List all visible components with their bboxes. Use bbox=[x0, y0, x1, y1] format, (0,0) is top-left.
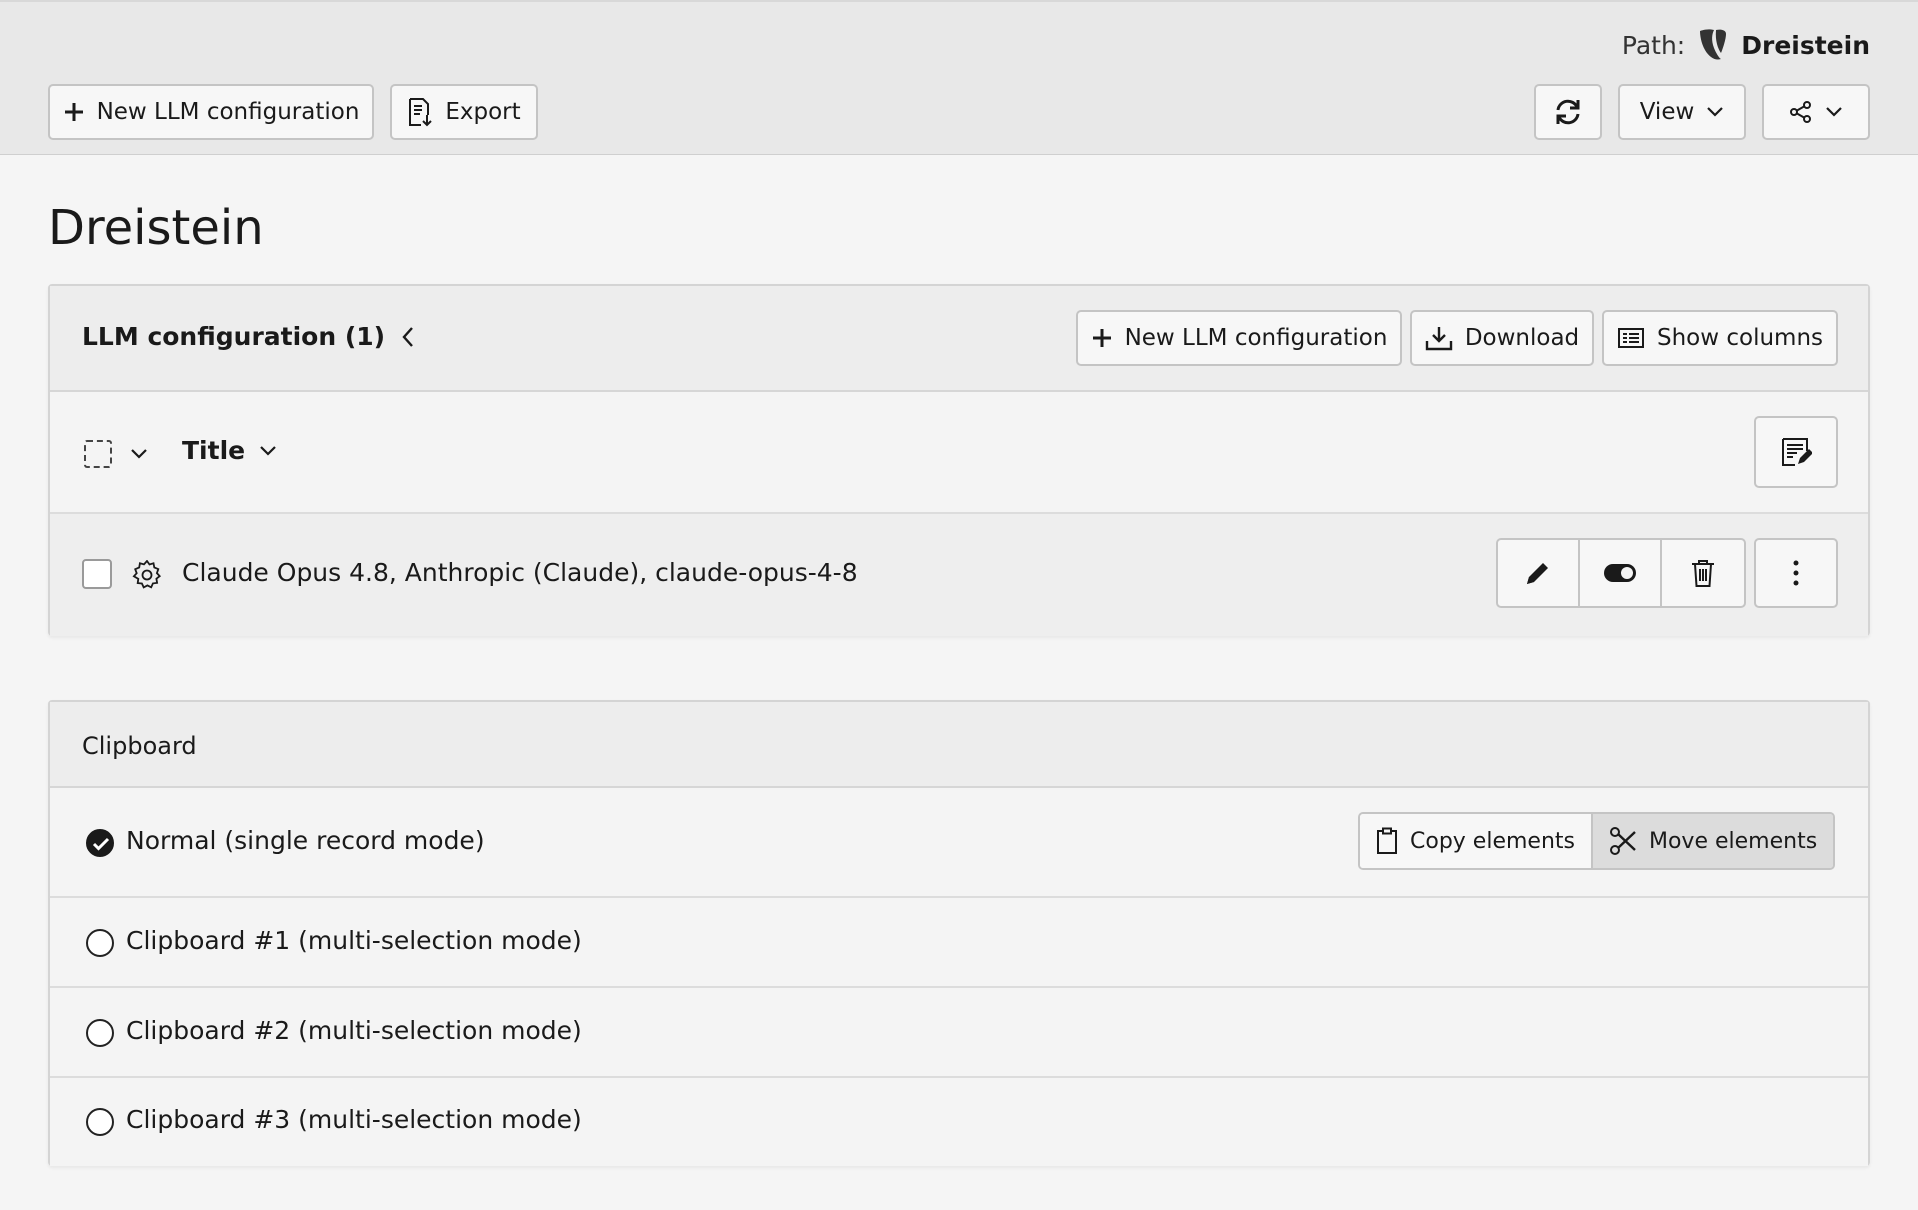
trash-icon bbox=[1692, 560, 1714, 587]
share-icon bbox=[1790, 101, 1811, 123]
radio-clipboard-1[interactable] bbox=[86, 929, 114, 957]
move-elements-button[interactable]: Move elements bbox=[1590, 814, 1834, 868]
clipboard-mode-1[interactable]: Clipboard #1 (multi-selection mode) bbox=[50, 898, 1868, 988]
breadcrumb: Path: Dreistein bbox=[1622, 28, 1870, 62]
view-button[interactable]: View bbox=[1618, 84, 1746, 140]
clipboard-mode-label: Clipboard #2 (multi-selection mode) bbox=[126, 1016, 582, 1045]
gear-icon bbox=[132, 560, 162, 589]
chevron-down-icon bbox=[1826, 107, 1842, 117]
delete-button[interactable] bbox=[1662, 540, 1744, 606]
scissors-icon bbox=[1609, 827, 1636, 855]
clipboard-panel: Clipboard Normal (single record mode) Co… bbox=[48, 700, 1870, 1166]
check-icon bbox=[92, 837, 110, 851]
download-button[interactable]: Download bbox=[1410, 310, 1594, 366]
clipboard-title: Clipboard bbox=[82, 732, 197, 760]
title-column-sort[interactable]: Title bbox=[182, 436, 277, 465]
docheader: Path: Dreistein New LLM configuration Ex… bbox=[0, 0, 1918, 155]
clipboard-mode-2[interactable]: Clipboard #2 (multi-selection mode) bbox=[50, 988, 1868, 1078]
select-all-checkbox[interactable] bbox=[84, 440, 112, 468]
llm-configuration-panel: LLM configuration (1) New LLM configurat… bbox=[48, 284, 1870, 636]
multi-edit-button[interactable] bbox=[1754, 416, 1838, 488]
llm-panel-header: LLM configuration (1) New LLM configurat… bbox=[50, 286, 1868, 392]
copy-elements-label: Copy elements bbox=[1410, 828, 1575, 854]
path-page-link[interactable]: Dreistein bbox=[1741, 31, 1870, 60]
move-elements-label: Move elements bbox=[1648, 828, 1818, 854]
clipboard-mode-normal[interactable]: Normal (single record mode) Copy element… bbox=[50, 788, 1868, 898]
chevron-down-icon bbox=[260, 445, 276, 456]
toggle-icon bbox=[1604, 564, 1636, 582]
title-column-label: Title bbox=[182, 436, 246, 465]
pencil-icon bbox=[1527, 563, 1548, 584]
clipboard-mode-label: Clipboard #1 (multi-selection mode) bbox=[126, 926, 582, 955]
show-columns-label: Show columns bbox=[1656, 325, 1824, 351]
panel-new-llm-configuration-button[interactable]: New LLM configuration bbox=[1076, 310, 1402, 366]
clipboard-header: Clipboard bbox=[50, 702, 1868, 788]
multi-edit-icon bbox=[1782, 438, 1812, 466]
refresh-button[interactable] bbox=[1534, 84, 1602, 140]
download-label: Download bbox=[1464, 325, 1580, 351]
clipboard-mode-3[interactable]: Clipboard #3 (multi-selection mode) bbox=[50, 1078, 1868, 1166]
page-title: Dreistein bbox=[48, 200, 264, 256]
llm-panel-title-text: LLM configuration (1) bbox=[82, 322, 386, 351]
chevron-down-icon[interactable] bbox=[130, 448, 148, 460]
more-actions-button[interactable] bbox=[1754, 538, 1838, 608]
new-llm-configuration-button[interactable]: New LLM configuration bbox=[48, 84, 374, 140]
refresh-icon bbox=[1556, 99, 1580, 125]
record-title-link[interactable]: Claude Opus 4.8, Anthropic (Claude), cla… bbox=[182, 558, 858, 587]
download-icon bbox=[1425, 327, 1453, 351]
radio-clipboard-3[interactable] bbox=[86, 1108, 114, 1136]
radio-normal[interactable] bbox=[86, 829, 114, 857]
radio-clipboard-2[interactable] bbox=[86, 1019, 114, 1047]
view-label: View bbox=[1639, 99, 1695, 125]
row-checkbox[interactable] bbox=[82, 559, 112, 589]
path-label: Path: bbox=[1621, 30, 1686, 60]
table-row: Claude Opus 4.8, Anthropic (Claude), cla… bbox=[50, 514, 1868, 636]
llm-panel-title: LLM configuration (1) bbox=[82, 322, 415, 351]
clipboard-actions-group: Copy elements Move elements bbox=[1358, 812, 1836, 870]
columns-icon bbox=[1617, 328, 1644, 348]
record-actions-group bbox=[1496, 538, 1746, 608]
panel-new-llm-configuration-label: New LLM configuration bbox=[1124, 325, 1388, 351]
plus-icon bbox=[64, 103, 83, 121]
edit-button[interactable] bbox=[1498, 540, 1580, 606]
more-vertical-icon bbox=[1793, 560, 1799, 586]
toggle-visibility-button[interactable] bbox=[1580, 540, 1662, 606]
table-column-header: Title bbox=[50, 392, 1868, 514]
show-columns-button[interactable]: Show columns bbox=[1602, 310, 1838, 366]
clipboard-mode-label: Normal (single record mode) bbox=[126, 826, 485, 855]
chevron-down-icon bbox=[1707, 107, 1724, 117]
chevron-left-icon[interactable] bbox=[401, 326, 415, 348]
share-button[interactable] bbox=[1762, 84, 1870, 140]
clipboard-icon bbox=[1377, 827, 1397, 854]
export-label: Export bbox=[445, 99, 521, 125]
new-llm-configuration-label: New LLM configuration bbox=[96, 99, 360, 125]
typo3-logo-icon bbox=[1700, 29, 1727, 60]
clipboard-mode-label: Clipboard #3 (multi-selection mode) bbox=[126, 1105, 582, 1134]
plus-icon bbox=[1092, 329, 1111, 347]
copy-elements-button[interactable]: Copy elements bbox=[1360, 814, 1591, 868]
export-icon bbox=[409, 98, 433, 127]
export-button[interactable]: Export bbox=[390, 84, 538, 140]
